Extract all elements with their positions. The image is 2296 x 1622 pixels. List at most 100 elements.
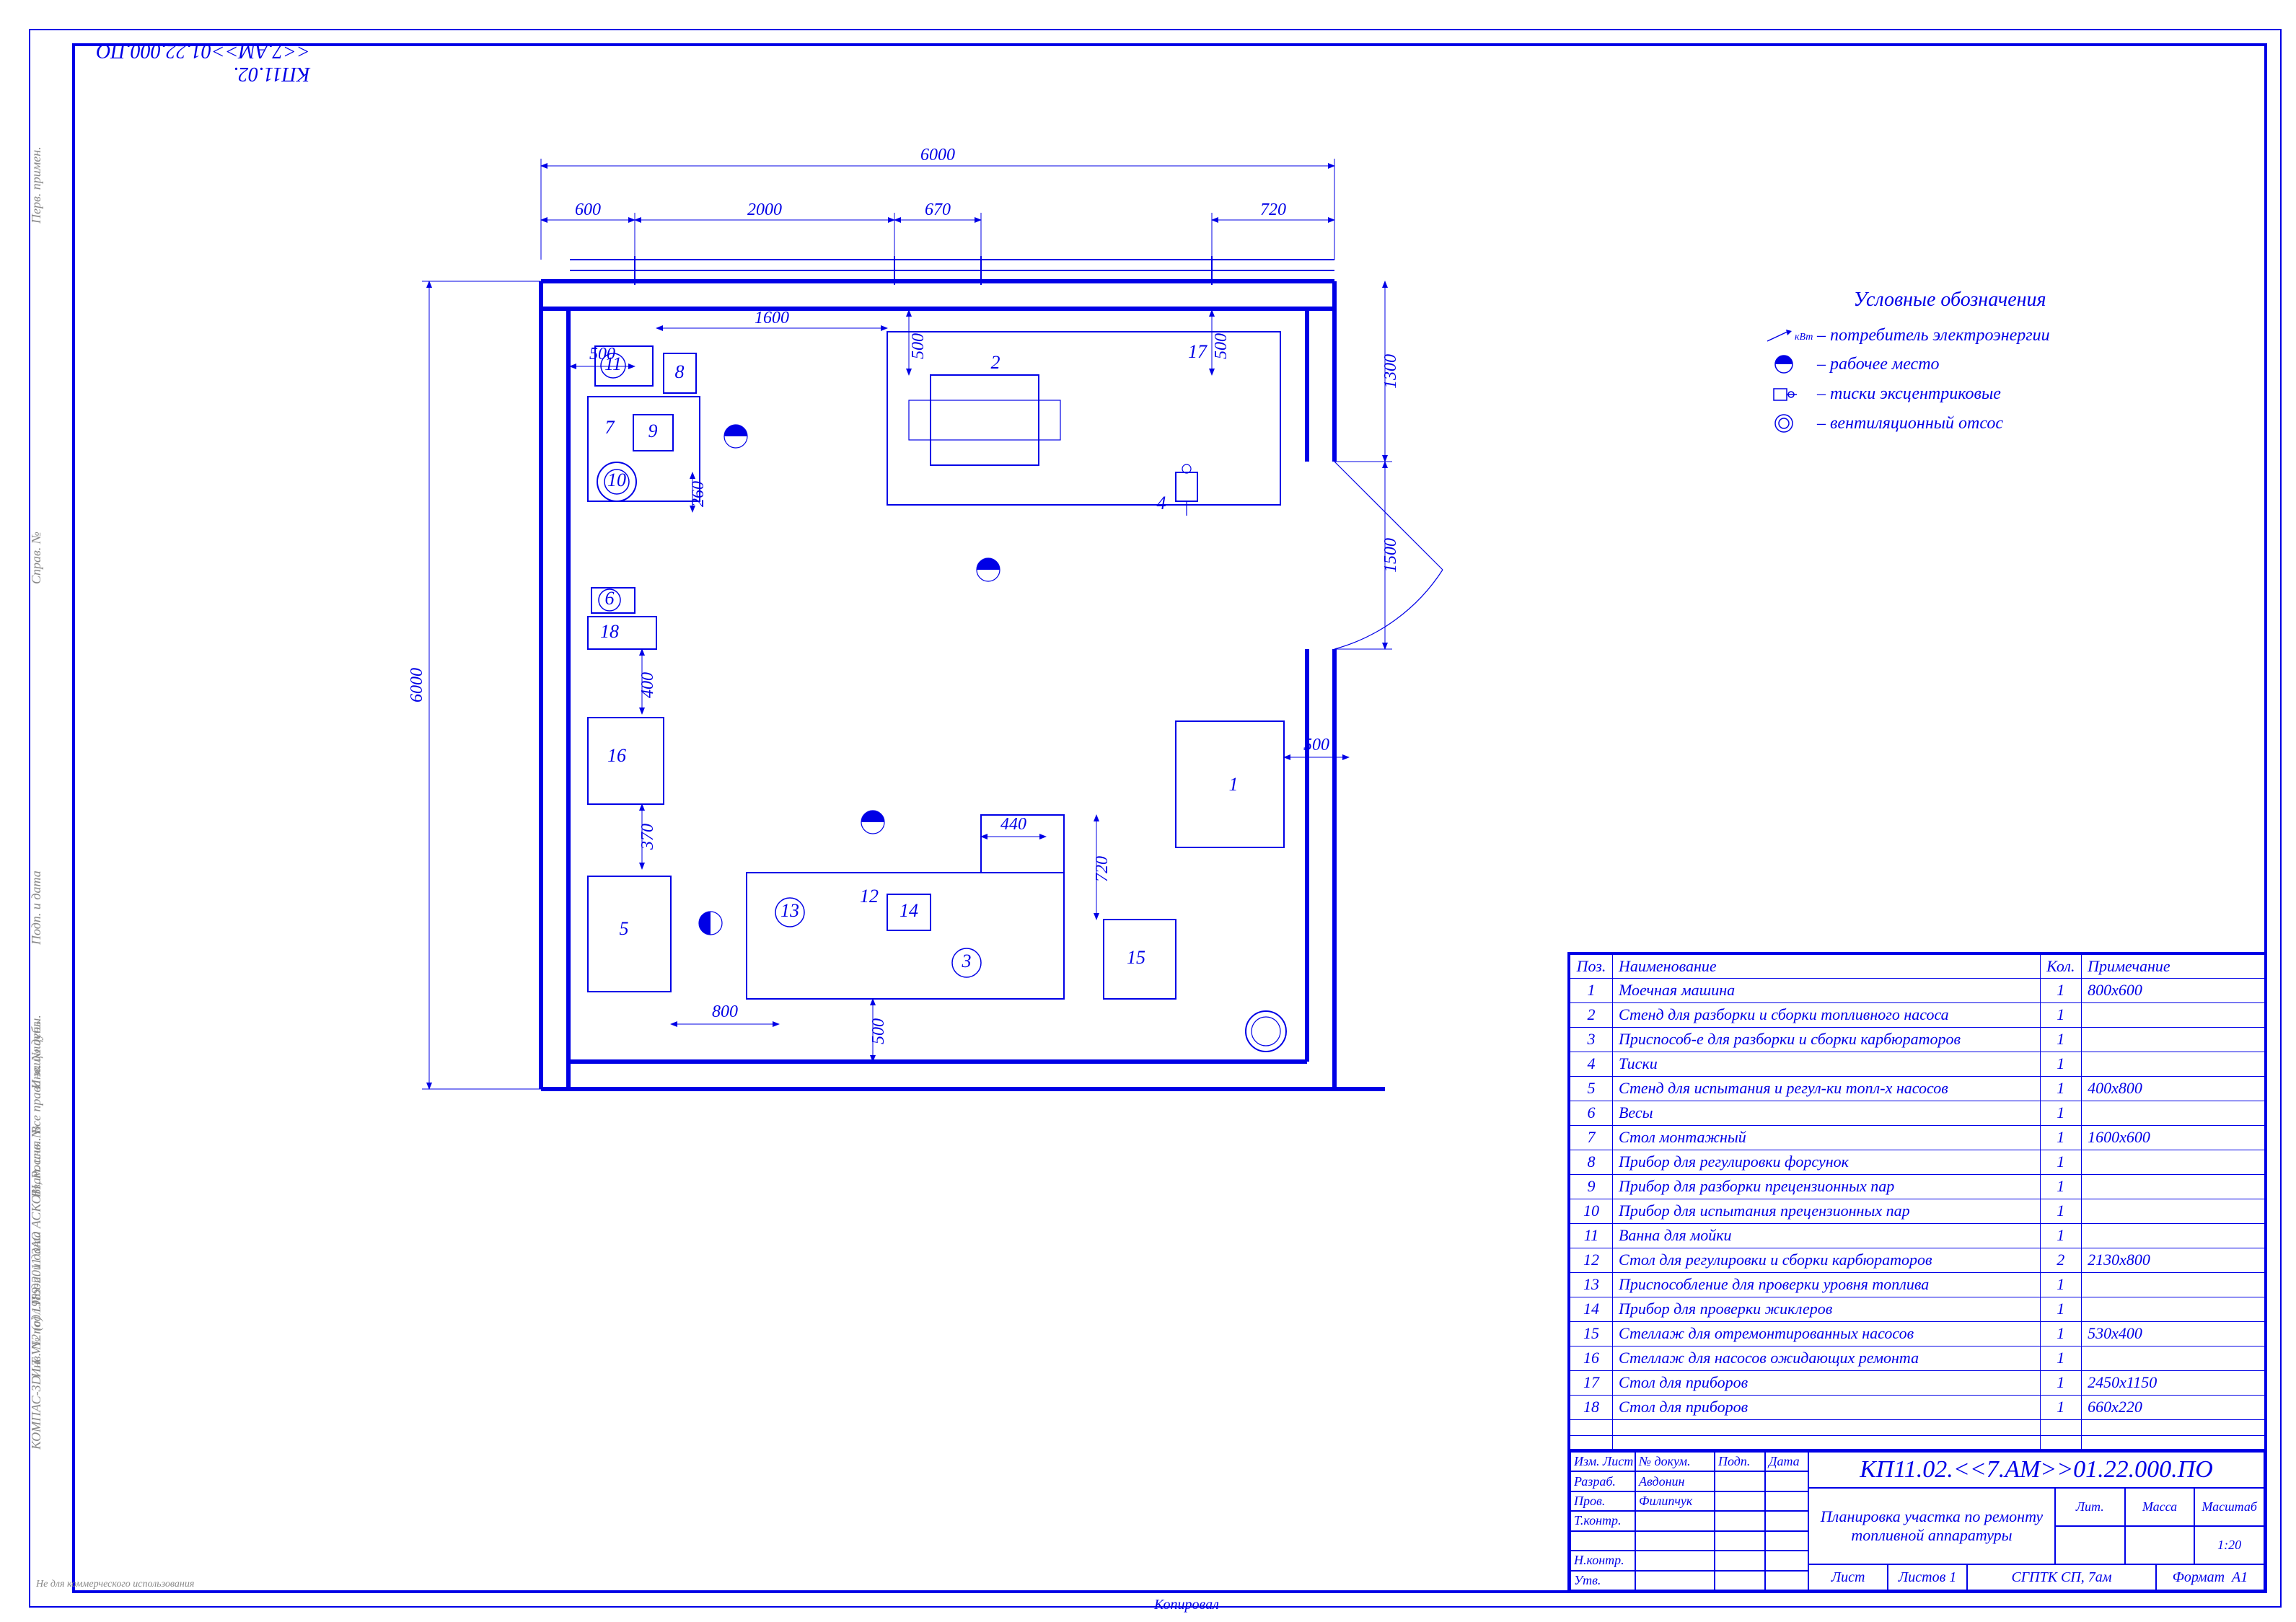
svg-text:18: 18 xyxy=(600,621,619,642)
svg-text:6000: 6000 xyxy=(920,146,955,164)
table-row: 15Стеллаж для отремонтированных насосов1… xyxy=(1569,1321,2266,1346)
signer-cell xyxy=(1635,1551,1715,1570)
signer-cell xyxy=(1765,1491,1808,1511)
signers-grid: Изм. Лист№ докум.Подп.ДатаРазраб.Авдонин… xyxy=(1570,1452,1808,1590)
power-icon: кВт xyxy=(1762,328,1805,344)
svg-text:12: 12 xyxy=(860,886,879,907)
floor-plan: 17 2 4 11 8 7 9 10 6 xyxy=(447,188,1457,1183)
signer-cell: Авдонин xyxy=(1635,1471,1715,1491)
svg-text:9: 9 xyxy=(648,420,658,441)
table-row: 1Моечная машина1800х600 xyxy=(1569,978,2266,1002)
signer-cell xyxy=(1765,1531,1808,1551)
signer-cell xyxy=(1715,1491,1765,1511)
svg-text:2000: 2000 xyxy=(747,200,782,219)
svg-text:400: 400 xyxy=(638,672,657,698)
signer-cell xyxy=(1715,1531,1765,1551)
table-row: 9Прибор для разборки прецензионных пар1 xyxy=(1569,1174,2266,1199)
table-row: 13Приспособление для проверки уровня топ… xyxy=(1569,1272,2266,1297)
dimensions: 6000 6000 600 2000 670 720 xyxy=(408,146,1400,1089)
svg-text:500: 500 xyxy=(1212,333,1231,359)
lit-label: Лит. xyxy=(2055,1488,2125,1526)
equip-4 xyxy=(1176,464,1197,516)
drawing-title: Планировка участка по ремонту топливной … xyxy=(1808,1488,2055,1564)
drawing-sheet: КП11.02.<<7.АМ>>01.22.000.ПО КОМПАС-3D L… xyxy=(0,0,2296,1622)
svg-text:720: 720 xyxy=(1093,856,1112,882)
svg-text:16: 16 xyxy=(607,745,626,766)
svg-text:15: 15 xyxy=(1127,947,1145,968)
side-note: Перв. примен. xyxy=(29,146,44,224)
drawing-code: КП11.02.<<7.АМ>>01.22.000.ПО xyxy=(1808,1452,2264,1488)
svg-text:6000: 6000 xyxy=(408,668,426,702)
spec-h-pos: Поз. xyxy=(1569,953,1612,978)
top-code-label: КП11.02.<<7.АМ>>01.22.000.ПО xyxy=(72,43,310,79)
table-row: 6Весы1 xyxy=(1569,1101,2266,1125)
svg-text:кВт: кВт xyxy=(1795,332,1813,343)
signer-cell: Н.контр. xyxy=(1570,1551,1635,1570)
worker-symbols xyxy=(699,425,1000,935)
table-row: 8Прибор для регулировки форсунок1 xyxy=(1569,1150,2266,1174)
legend-row: – рабочее место xyxy=(1762,353,2137,376)
spec-h-note: Примечание xyxy=(2082,953,2266,978)
signer-cell xyxy=(1635,1531,1715,1551)
equip-12 xyxy=(747,873,1064,999)
format-cell: Формат А1 xyxy=(2156,1564,2264,1590)
table-row: 7Стол монтажный11600х600 xyxy=(1569,1125,2266,1150)
spec-h-qty: Кол. xyxy=(2040,953,2082,978)
signer-cell xyxy=(1765,1571,1808,1590)
signer-cell xyxy=(1715,1551,1765,1570)
table-row: 10Прибор для испытания прецензионных пар… xyxy=(1569,1199,2266,1223)
signer-cell: Филипчук xyxy=(1635,1491,1715,1511)
side-note: Инв. № дубл. xyxy=(29,1018,44,1089)
table-row: 11Ванна для мойки1 xyxy=(1569,1223,2266,1248)
svg-text:14: 14 xyxy=(900,900,918,921)
equip-2 xyxy=(931,375,1039,465)
svg-text:800: 800 xyxy=(712,1002,738,1021)
signer-cell xyxy=(1635,1571,1715,1590)
signer-cell xyxy=(1765,1511,1808,1530)
svg-text:670: 670 xyxy=(925,200,951,219)
svg-text:370: 370 xyxy=(638,824,657,850)
legend-row: – вентиляционный отсос xyxy=(1762,412,2137,435)
svg-text:720: 720 xyxy=(1260,200,1286,219)
table-row: 14Прибор для проверки жиклеров1 xyxy=(1569,1297,2266,1321)
signer-cell xyxy=(1635,1511,1715,1530)
table-row: 12Стол для регулировки и сборки карбюрат… xyxy=(1569,1248,2266,1272)
svg-text:1: 1 xyxy=(1229,774,1239,795)
svg-text:10: 10 xyxy=(607,470,626,490)
signer-header: Дата xyxy=(1765,1452,1808,1471)
footer-copy: Копировал xyxy=(1154,1597,1219,1613)
table-row: 4Тиски1 xyxy=(1569,1052,2266,1076)
signer-header: Изм. Лист xyxy=(1570,1452,1635,1471)
svg-text:500: 500 xyxy=(589,345,615,363)
scale-value: 1:20 xyxy=(2194,1526,2264,1564)
worker-icon xyxy=(1762,353,1805,376)
signer-cell xyxy=(1715,1571,1765,1590)
side-note: Инв. № подл. xyxy=(29,1306,44,1378)
signer-cell: Т.контр. xyxy=(1570,1511,1635,1530)
svg-text:600: 600 xyxy=(575,200,601,219)
sheet-label: Лист xyxy=(1808,1564,1888,1590)
table-row: 18Стол для приборов1660х220 xyxy=(1569,1395,2266,1419)
svg-text:3: 3 xyxy=(962,951,972,971)
signer-cell xyxy=(1765,1551,1808,1570)
svg-text:500: 500 xyxy=(1303,736,1329,754)
signer-cell: Пров. xyxy=(1570,1491,1635,1511)
legend-text: – вентиляционный отсос xyxy=(1817,414,2003,433)
scale-label: Масштаб xyxy=(2194,1488,2264,1526)
side-note: Взам. инв. № xyxy=(29,1126,44,1197)
pos-2: 2 xyxy=(991,352,1000,373)
equip-18 xyxy=(588,617,656,649)
side-note: Подп. и дата xyxy=(29,870,44,945)
pos-4: 4 xyxy=(1157,493,1166,514)
svg-text:6: 6 xyxy=(605,588,615,609)
svg-text:7: 7 xyxy=(605,417,615,438)
svg-text:1600: 1600 xyxy=(755,309,789,327)
svg-text:13: 13 xyxy=(780,900,799,921)
signer-header: Подп. xyxy=(1715,1452,1765,1471)
signer-cell xyxy=(1715,1511,1765,1530)
sheets-label: Листов 1 xyxy=(1888,1564,1967,1590)
svg-text:500: 500 xyxy=(869,1018,888,1044)
svg-text:8: 8 xyxy=(675,361,685,382)
svg-text:1500: 1500 xyxy=(1381,538,1400,573)
svg-text:1300: 1300 xyxy=(1381,354,1400,389)
